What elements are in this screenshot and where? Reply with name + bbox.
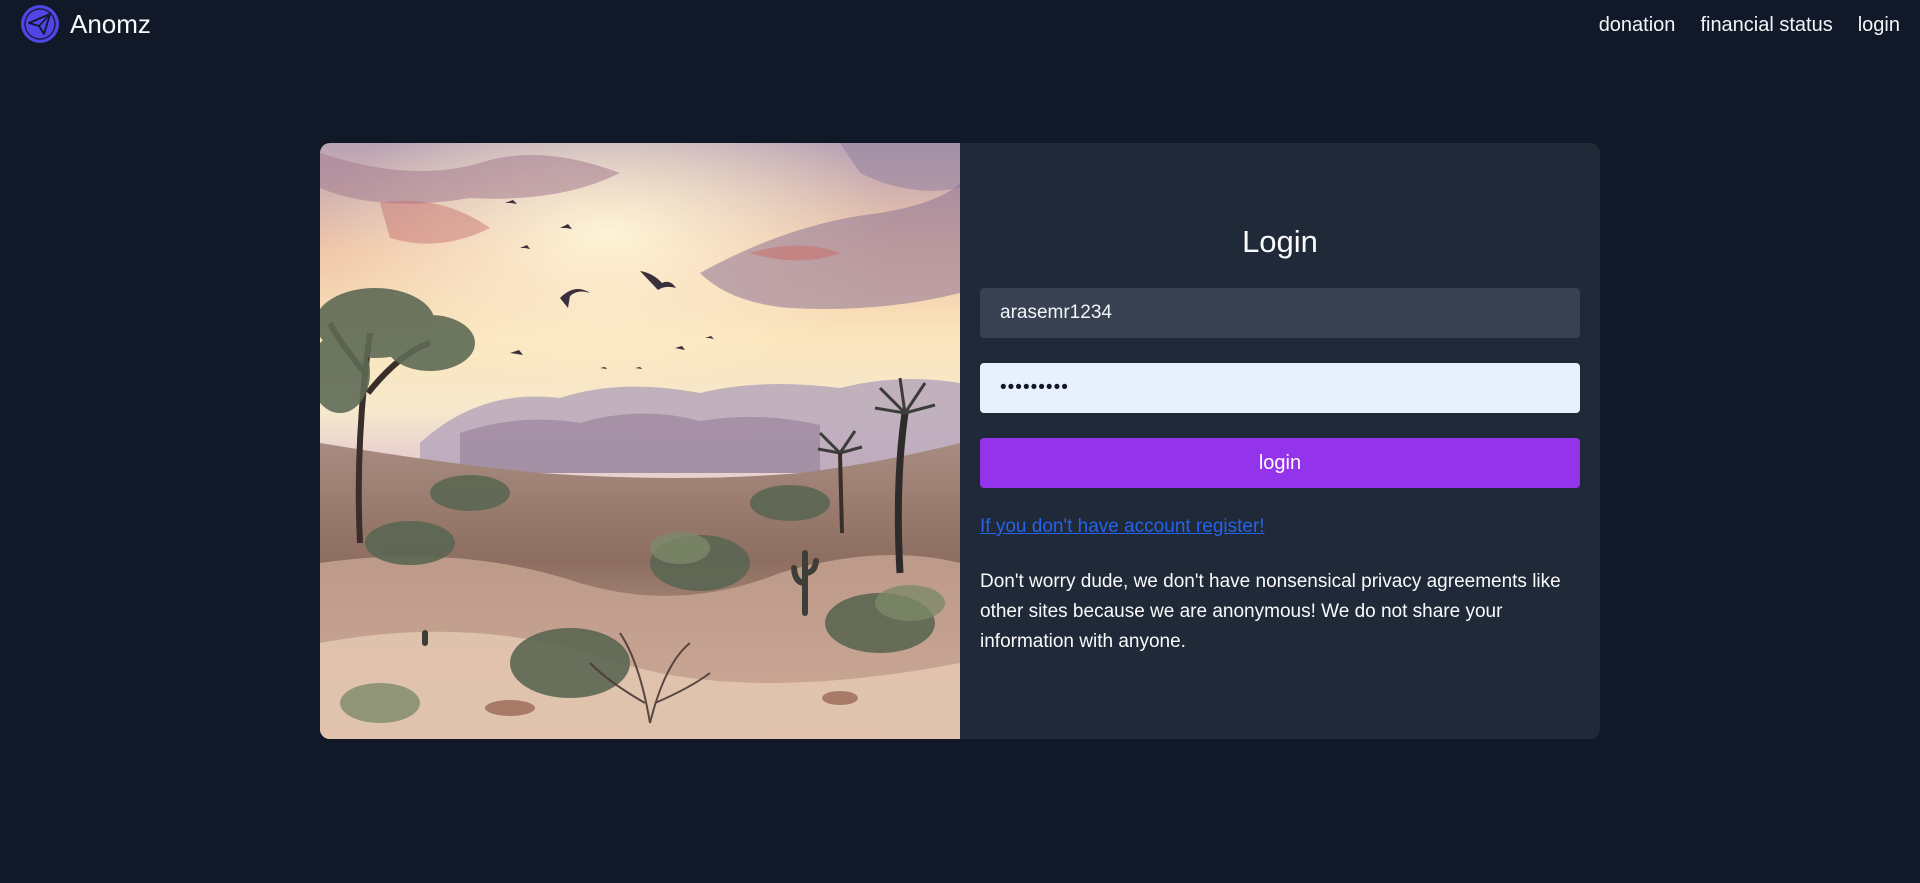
brand-name: Anomz bbox=[70, 9, 151, 39]
login-title: Login bbox=[1242, 224, 1318, 259]
nav-link-login[interactable]: login bbox=[1858, 12, 1900, 38]
password-input[interactable] bbox=[980, 363, 1580, 413]
privacy-note: Don't worry dude, we don't have nonsensi… bbox=[980, 571, 1561, 652]
register-link[interactable]: If you don't have account register! bbox=[980, 516, 1265, 538]
login-form-pane: Login login If you don't have account re… bbox=[960, 143, 1600, 739]
top-navbar: Anomz donation financial status login bbox=[0, 0, 1920, 50]
brand-home-link[interactable]: Anomz bbox=[20, 4, 151, 44]
main-nav: donation financial status login bbox=[1599, 12, 1900, 38]
nav-link-donation[interactable]: donation bbox=[1599, 12, 1676, 38]
username-input[interactable] bbox=[980, 288, 1580, 338]
login-card: Login login If you don't have account re… bbox=[320, 143, 1600, 739]
paper-plane-icon bbox=[21, 5, 59, 43]
landscape-illustration bbox=[320, 143, 960, 739]
login-button[interactable]: login bbox=[980, 438, 1580, 488]
desert-landscape-image bbox=[320, 143, 960, 739]
nav-link-financial-status[interactable]: financial status bbox=[1700, 12, 1832, 38]
